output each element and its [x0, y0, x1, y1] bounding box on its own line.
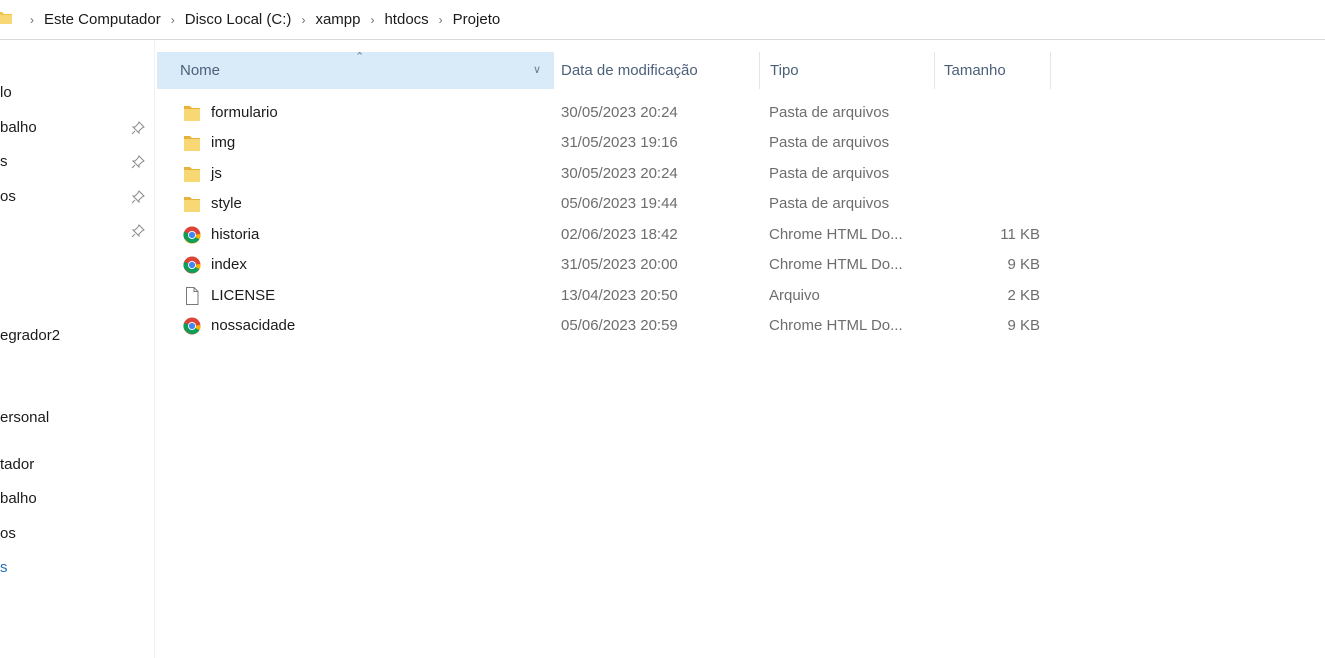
pin-icon[interactable]: [131, 224, 145, 238]
nav-item[interactable]: s: [0, 150, 8, 174]
column-divider[interactable]: [1050, 52, 1051, 89]
chevron-down-icon[interactable]: ∨: [533, 52, 541, 89]
file-date: 02/06/2023 18:42: [561, 226, 678, 243]
nav-item[interactable]: os: [0, 522, 16, 546]
file-row[interactable]: index 31/05/2023 20:00 Chrome HTML Do...…: [157, 250, 1057, 280]
chevron-right-icon[interactable]: ›: [30, 13, 44, 27]
file-type: Arquivo: [769, 287, 820, 304]
nav-item-label: ersonal: [0, 409, 50, 426]
nav-item-label: s: [0, 153, 8, 170]
nav-item-label: s: [0, 559, 8, 576]
file-type: Chrome HTML Do...: [769, 226, 903, 243]
file-type: Pasta de arquivos: [769, 195, 890, 212]
nav-item[interactable]: os: [0, 185, 16, 209]
file-size: 2 KB: [1007, 287, 1040, 304]
breadcrumb: › Este Computador › Disco Local (C:) › x…: [30, 11, 500, 28]
column-header-type-label: Tipo: [770, 62, 799, 79]
file-name: formulario: [211, 104, 278, 121]
column-header-size[interactable]: Tamanho: [944, 52, 1006, 89]
file-type: Pasta de arquivos: [769, 165, 890, 182]
file-date: 31/05/2023 19:16: [561, 134, 678, 151]
pin-icon[interactable]: [131, 121, 145, 135]
file-name: index: [211, 256, 247, 273]
file-type: Chrome HTML Do...: [769, 256, 903, 273]
file-row[interactable]: historia 02/06/2023 18:42 Chrome HTML Do…: [157, 220, 1057, 250]
column-header-date[interactable]: Data de modificação: [561, 52, 698, 89]
file-row[interactable]: style 05/06/2023 19:44 Pasta de arquivos: [157, 189, 1057, 219]
file-type: Pasta de arquivos: [769, 104, 890, 121]
file-type: Pasta de arquivos: [769, 134, 890, 151]
chevron-right-icon[interactable]: ›: [291, 13, 315, 27]
column-divider[interactable]: [553, 52, 554, 89]
file-name: img: [211, 134, 236, 151]
nav-item[interactable]: lo: [0, 81, 12, 105]
address-bar[interactable]: › Este Computador › Disco Local (C:) › x…: [0, 0, 1325, 40]
sort-ascending-icon: ⌃: [355, 51, 365, 63]
folder-icon: [184, 197, 200, 212]
file-type: Chrome HTML Do...: [769, 317, 903, 334]
file-size: 9 KB: [1007, 317, 1040, 334]
chrome-icon: [183, 226, 201, 244]
nav-item-label: lo: [0, 84, 12, 101]
file-row[interactable]: formulario 30/05/2023 20:24 Pasta de arq…: [157, 98, 1057, 128]
nav-item[interactable]: balho: [0, 487, 37, 511]
folder-icon: [0, 12, 12, 24]
file-row[interactable]: img 31/05/2023 19:16 Pasta de arquivos: [157, 128, 1057, 158]
file-date: 05/06/2023 19:44: [561, 195, 678, 212]
file-size: 9 KB: [1007, 256, 1040, 273]
file-row[interactable]: js 30/05/2023 20:24 Pasta de arquivos: [157, 159, 1057, 189]
file-date: 13/04/2023 20:50: [561, 287, 678, 304]
folder-icon: [184, 167, 200, 182]
file-name: js: [211, 165, 222, 182]
chevron-right-icon[interactable]: ›: [360, 13, 384, 27]
nav-item[interactable]: ersonal: [0, 406, 49, 430]
column-divider[interactable]: [759, 52, 760, 89]
file-date: 30/05/2023 20:24: [561, 165, 678, 182]
file-row[interactable]: nossacidade 05/06/2023 20:59 Chrome HTML…: [157, 311, 1057, 341]
breadcrumb-item-xampp[interactable]: xampp: [315, 11, 360, 28]
file-row[interactable]: LICENSE 13/04/2023 20:50 Arquivo 2 KB: [157, 281, 1057, 311]
folder-icon: [184, 136, 200, 151]
chrome-icon: [183, 317, 201, 335]
breadcrumb-item-htdocs[interactable]: htdocs: [384, 11, 428, 28]
pin-icon[interactable]: [131, 190, 145, 204]
nav-item-label: balho: [0, 119, 37, 136]
column-header-date-label: Data de modificação: [561, 62, 698, 79]
nav-item-label: os: [0, 525, 16, 542]
file-size: 11 KB: [1000, 226, 1040, 243]
file-date: 30/05/2023 20:24: [561, 104, 678, 121]
column-header-type[interactable]: Tipo: [770, 52, 799, 89]
nav-item-label: tador: [0, 456, 35, 473]
navigation-pane: lo balho s os egrador2 ersonal tador bal…: [0, 40, 155, 658]
nav-item-label: egrador2: [0, 327, 61, 344]
chevron-right-icon[interactable]: ›: [161, 13, 185, 27]
file-name: LICENSE: [211, 287, 276, 304]
file-name: historia: [211, 226, 260, 243]
nav-item-label: os: [0, 188, 16, 205]
pin-icon[interactable]: [131, 155, 145, 169]
file-date: 31/05/2023 20:00: [561, 256, 678, 273]
column-divider[interactable]: [934, 52, 935, 89]
column-header-name[interactable]: ⌃ Nome ∨: [157, 51, 553, 89]
nav-item[interactable]: egrador2: [0, 324, 60, 348]
chrome-icon: [183, 256, 201, 274]
file-name: style: [211, 195, 242, 212]
breadcrumb-item-este-computador[interactable]: Este Computador: [44, 11, 161, 28]
file-date: 05/06/2023 20:59: [561, 317, 678, 334]
nav-item-label: balho: [0, 490, 37, 507]
nav-item[interactable]: tador: [0, 453, 34, 477]
nav-item[interactable]: s: [0, 556, 8, 580]
file-icon: [186, 287, 199, 305]
breadcrumb-item-projeto[interactable]: Projeto: [453, 11, 501, 28]
nav-item[interactable]: balho: [0, 116, 37, 140]
column-header-size-label: Tamanho: [944, 62, 1006, 79]
column-header-name-label: Nome: [180, 62, 221, 79]
file-name: nossacidade: [211, 317, 296, 334]
breadcrumb-item-disco-local[interactable]: Disco Local (C:): [185, 11, 292, 28]
chevron-right-icon[interactable]: ›: [429, 13, 453, 27]
folder-icon: [184, 106, 200, 121]
